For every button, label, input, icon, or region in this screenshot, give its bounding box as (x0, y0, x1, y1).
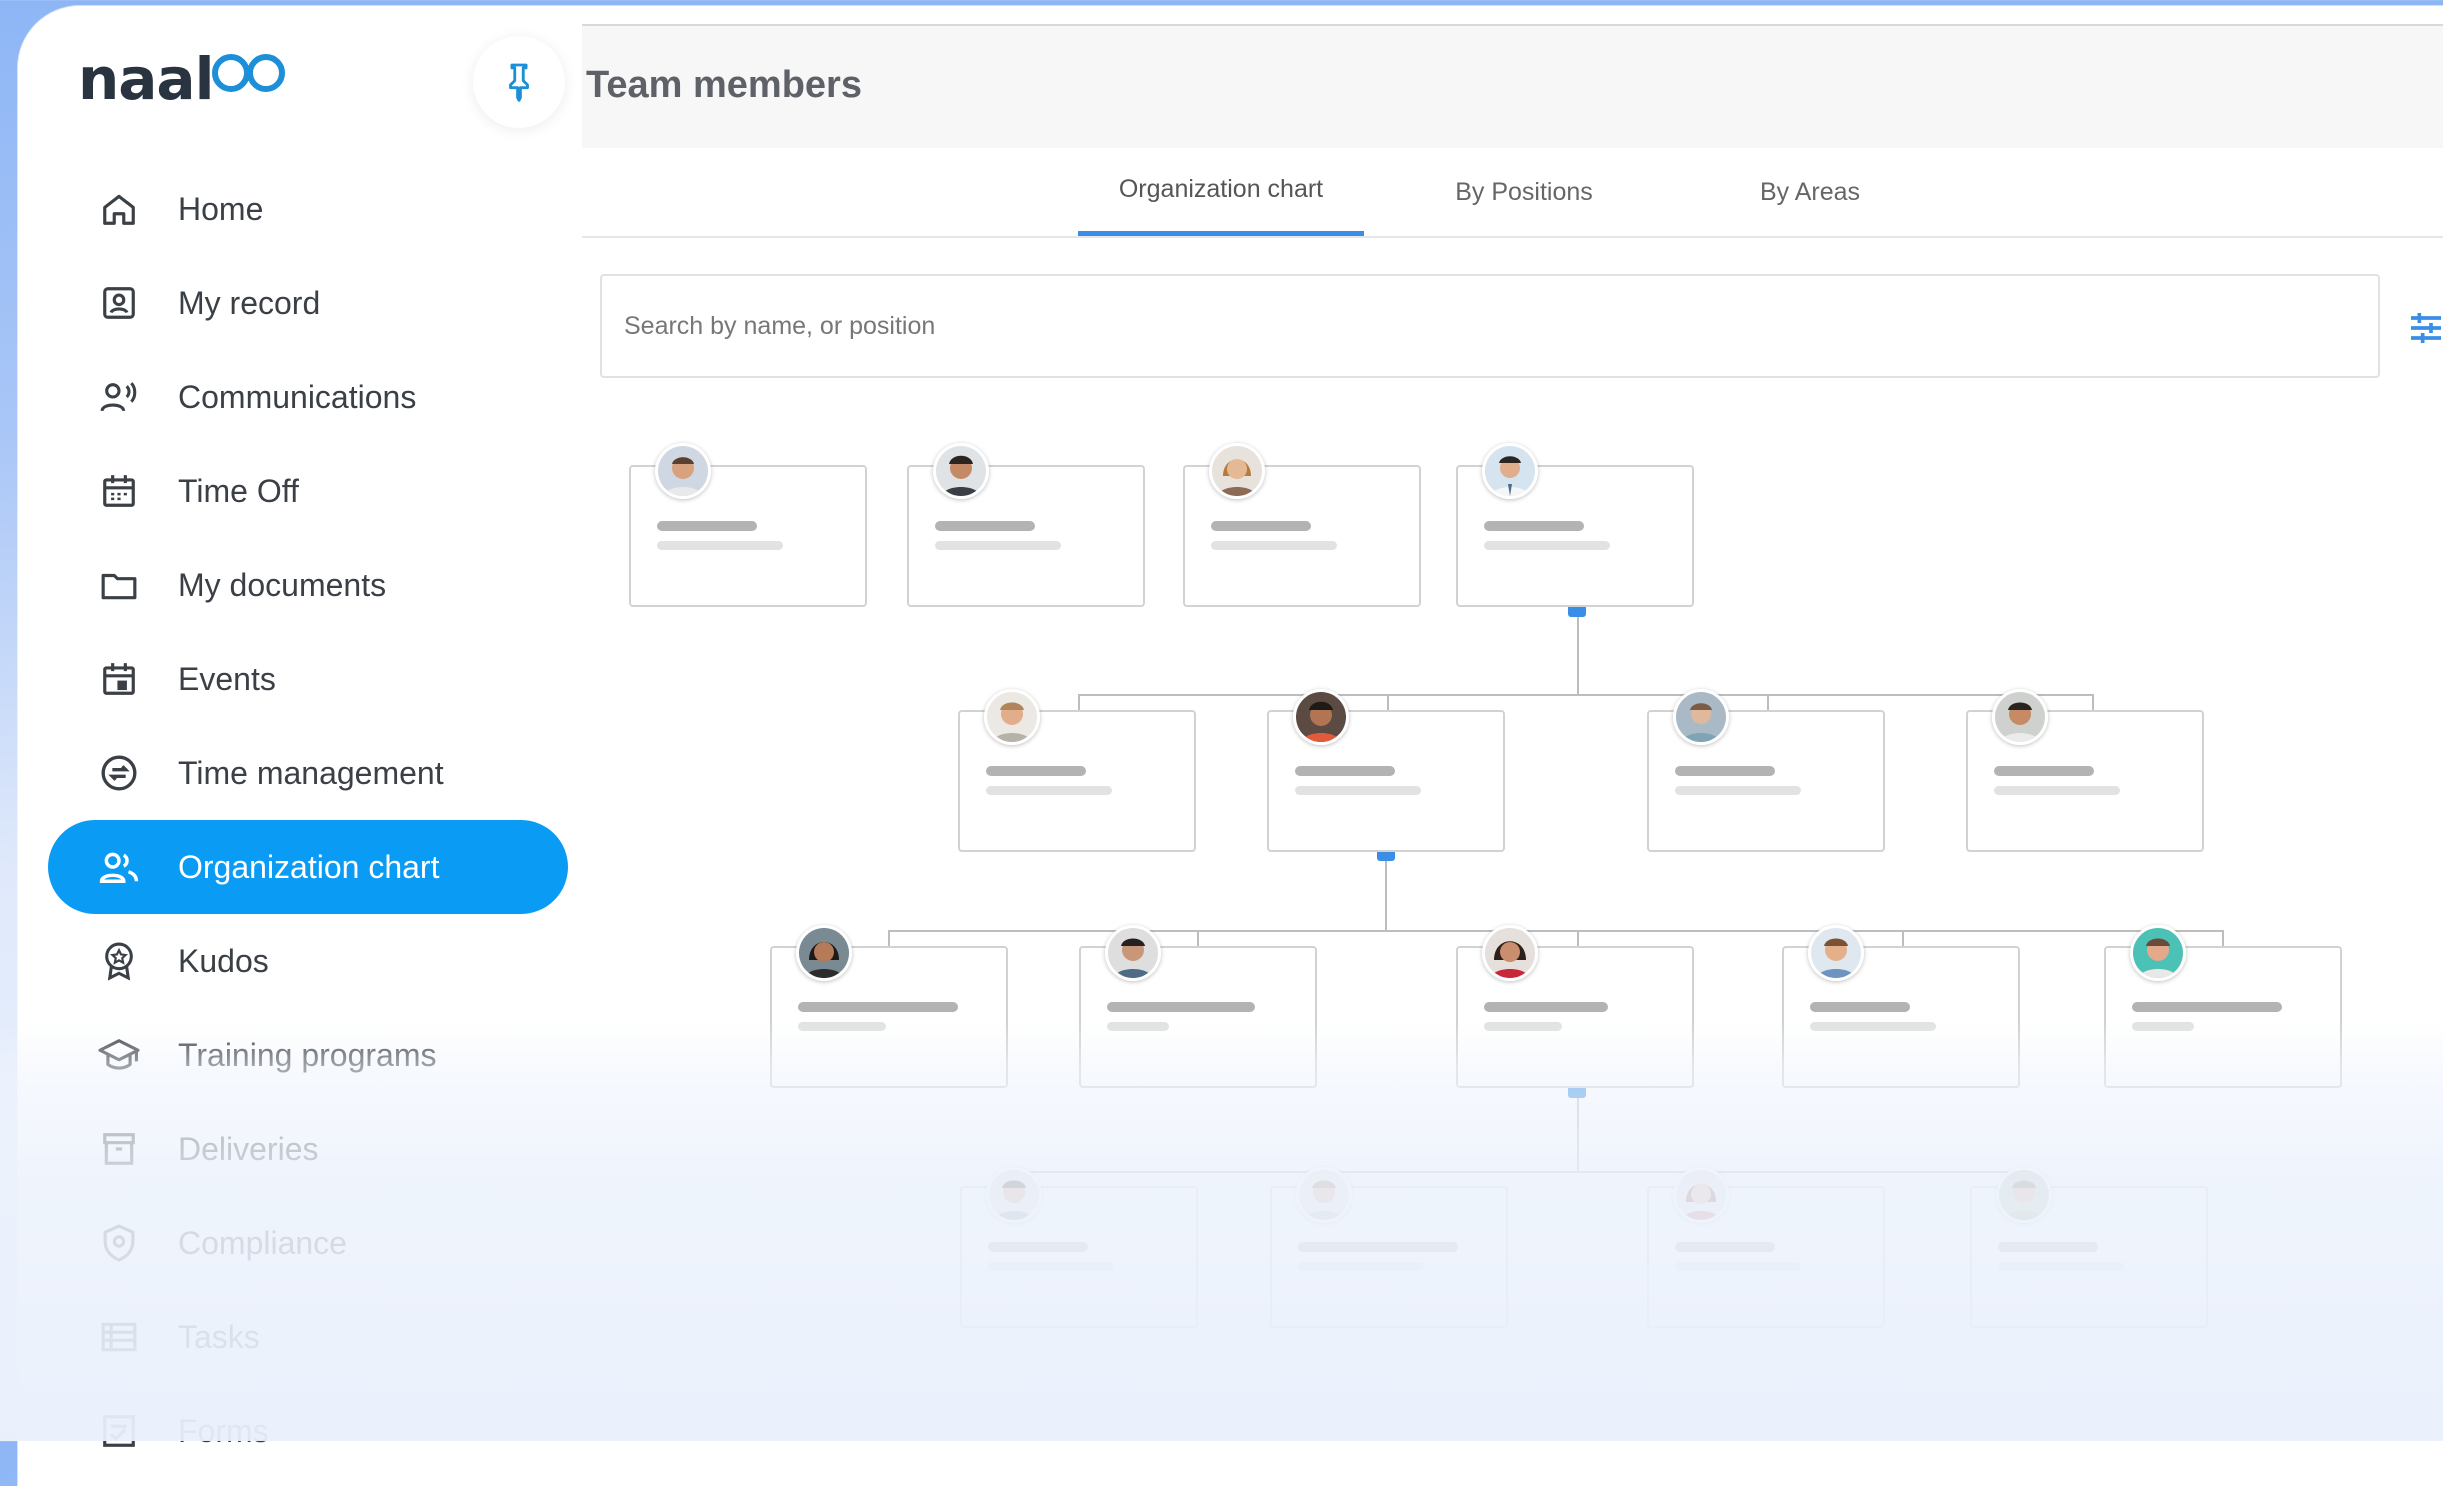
avatar (933, 443, 989, 499)
avatar (1209, 443, 1265, 499)
avatar (1293, 689, 1349, 745)
avatar (796, 925, 852, 981)
avatar (1105, 925, 1161, 981)
avatar (1673, 689, 1729, 745)
avatar (1482, 925, 1538, 981)
avatar (984, 689, 1040, 745)
avatar (2130, 925, 2186, 981)
avatar (1482, 443, 1538, 499)
avatar (1673, 1167, 1729, 1223)
avatar (1992, 689, 2048, 745)
avatar (1296, 1167, 1352, 1223)
avatar (1996, 1167, 2052, 1223)
avatar (1808, 925, 1864, 981)
avatar (655, 443, 711, 499)
org-chart (0, 0, 2443, 1441)
avatar (986, 1167, 1042, 1223)
